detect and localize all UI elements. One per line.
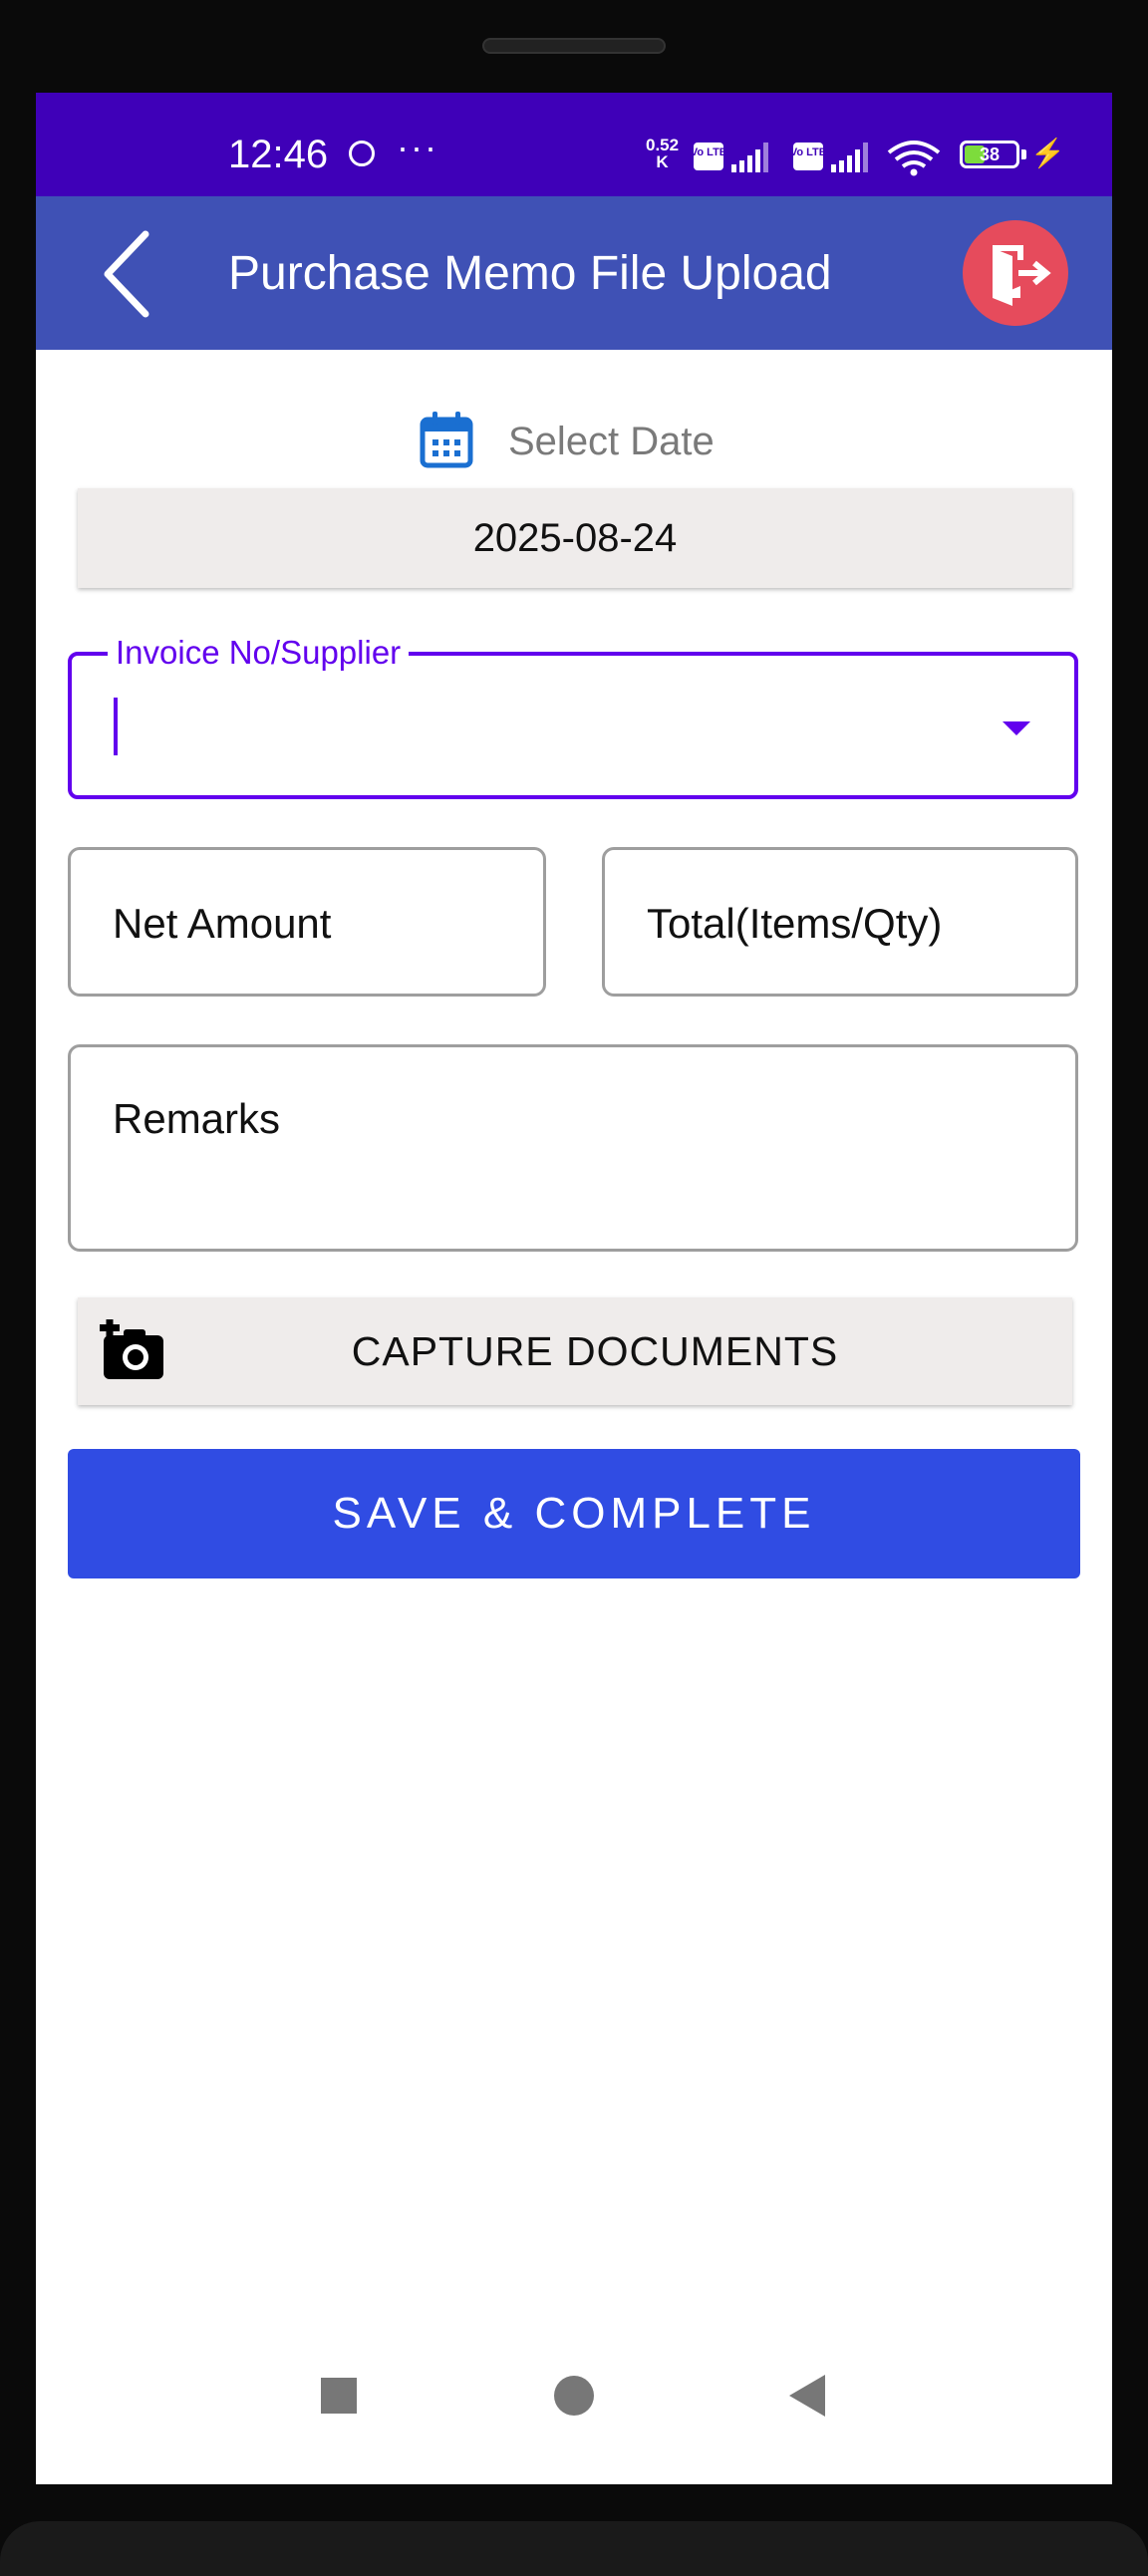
capture-documents-label: CAPTURE DOCUMENTS	[351, 1328, 839, 1374]
home-button[interactable]	[554, 2376, 594, 2416]
battery-percent: 38	[979, 144, 1001, 164]
logout-button[interactable]	[963, 220, 1068, 326]
net-amount-input[interactable]: Net Amount	[68, 847, 546, 997]
back-button[interactable]	[86, 224, 185, 324]
app-bar: Purchase Memo File Upload	[36, 196, 1112, 350]
face-icon	[349, 141, 375, 166]
page-title: Purchase Memo File Upload	[228, 247, 832, 300]
recents-button[interactable]	[321, 2378, 357, 2414]
system-back-button[interactable]	[789, 2375, 825, 2417]
text-cursor	[114, 698, 118, 755]
screen: 12:46 ··· 0.52 K Vo LTE Vo LTE 38 ⚡ Purc…	[36, 93, 1112, 2484]
chevron-left-icon	[104, 230, 149, 318]
invoice-supplier-label: Invoice No/Supplier	[108, 634, 410, 672]
remarks-placeholder: Remarks	[113, 1095, 281, 1142]
remarks-input[interactable]: Remarks	[68, 1044, 1078, 1252]
save-complete-button[interactable]: SAVE & COMPLETE	[68, 1449, 1080, 1578]
status-bar: 12:46 ··· 0.52 K Vo LTE Vo LTE 38 ⚡	[36, 93, 1112, 196]
total-items-qty-input[interactable]: Total(Items/Qty)	[602, 847, 1078, 997]
select-date-label: Select Date	[508, 420, 715, 463]
date-label-row: Select Date	[419, 410, 715, 469]
date-picker-field[interactable]: 2025-08-24	[78, 488, 1072, 588]
battery-icon: 38	[960, 141, 1019, 168]
network-speed: 0.52 K	[646, 137, 679, 170]
more-notifications-icon: ···	[397, 127, 438, 167]
status-time: 12:46	[228, 133, 329, 176]
phone-frame: 12:46 ··· 0.52 K Vo LTE Vo LTE 38 ⚡ Purc…	[0, 0, 1148, 2576]
sim2-label: Vo LTE	[790, 146, 826, 158]
total-items-qty-placeholder: Total(Items/Qty)	[647, 900, 943, 947]
battery-tip	[1021, 149, 1026, 159]
system-navigation-bar	[36, 2365, 1112, 2454]
sim1-label: Vo LTE	[694, 146, 726, 158]
calendar-icon	[420, 412, 473, 468]
net-amount-placeholder: Net Amount	[113, 900, 332, 947]
network-speed-value: 0.52	[646, 136, 680, 154]
network-speed-unit: K	[656, 152, 669, 171]
bottom-bezel	[0, 2521, 1148, 2576]
earpiece-speaker	[482, 38, 666, 54]
dropdown-arrow-icon[interactable]	[1003, 721, 1030, 735]
exit-door-icon	[993, 245, 1051, 306]
charging-icon: ⚡	[1030, 138, 1065, 168]
invoice-supplier-dropdown[interactable]: Invoice No/Supplier	[68, 634, 1078, 799]
capture-documents-button[interactable]: CAPTURE DOCUMENTS	[78, 1297, 1072, 1405]
